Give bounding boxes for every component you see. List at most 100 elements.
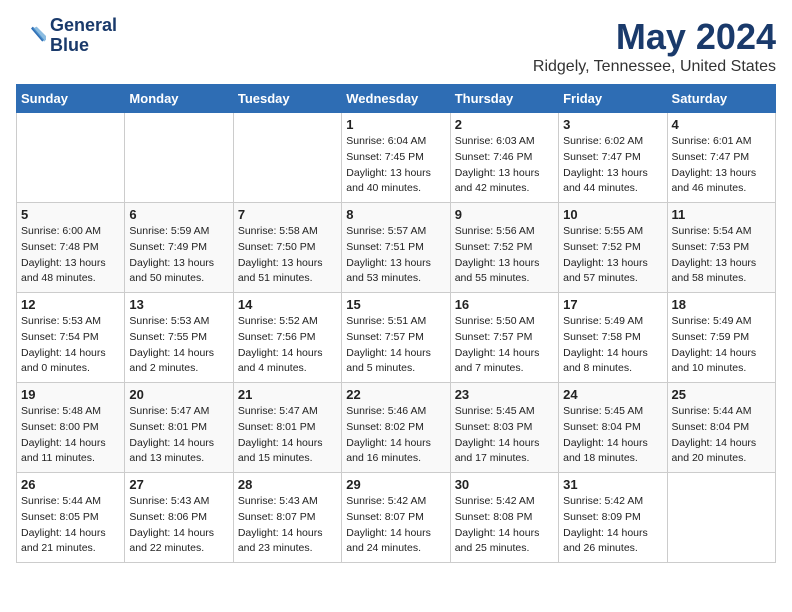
day-cell: 9 Sunrise: 5:56 AMSunset: 7:52 PMDaylight… [450,203,558,293]
day-cell: 19 Sunrise: 5:48 AMSunset: 8:00 PMDayligh… [17,383,125,473]
day-number: 3 [563,117,662,132]
day-cell: 20 Sunrise: 5:47 AMSunset: 8:01 PMDayligh… [125,383,233,473]
day-info: Sunrise: 5:50 AMSunset: 7:57 PMDaylight:… [455,314,554,377]
day-info: Sunrise: 5:55 AMSunset: 7:52 PMDaylight:… [563,224,662,287]
day-info: Sunrise: 5:42 AMSunset: 8:09 PMDaylight:… [563,494,662,557]
day-number: 2 [455,117,554,132]
day-number: 25 [672,387,771,402]
day-cell: 23 Sunrise: 5:45 AMSunset: 8:03 PMDayligh… [450,383,558,473]
day-number: 15 [346,297,445,312]
day-info: Sunrise: 5:44 AMSunset: 8:05 PMDaylight:… [21,494,120,557]
day-cell: 8Sunrise: 5:57 AMSunset: 7:51 PMDaylight… [342,203,450,293]
day-info: Sunrise: 5:43 AMSunset: 8:06 PMDaylight:… [129,494,228,557]
day-cell: 26 Sunrise: 5:44 AMSunset: 8:05 PMDayligh… [17,473,125,563]
day-number: 1 [346,117,445,132]
day-number: 20 [129,387,228,402]
day-number: 11 [672,207,771,222]
day-number: 28 [238,477,337,492]
day-header-wednesday: Wednesday [342,85,450,113]
calendar-title: May 2024 [533,16,776,58]
day-header-sunday: Sunday [17,85,125,113]
day-info: Sunrise: 6:00 AMSunset: 7:48 PMDaylight:… [21,224,120,287]
day-number: 16 [455,297,554,312]
day-info: Sunrise: 6:03 AMSunset: 7:46 PMDaylight:… [455,134,554,197]
day-cell [125,113,233,203]
day-info: Sunrise: 6:02 AMSunset: 7:47 PMDaylight:… [563,134,662,197]
day-info: Sunrise: 5:58 AMSunset: 7:50 PMDaylight:… [238,224,337,287]
title-area: May 2024 Ridgely, Tennessee, United Stat… [533,16,776,76]
day-cell: 22 Sunrise: 5:46 AMSunset: 8:02 PMDayligh… [342,383,450,473]
day-header-friday: Friday [559,85,667,113]
week-row-2: 5Sunrise: 6:00 AMSunset: 7:48 PMDaylight… [17,203,776,293]
day-info: Sunrise: 5:57 AMSunset: 7:51 PMDaylight:… [346,224,445,287]
week-row-5: 26 Sunrise: 5:44 AMSunset: 8:05 PMDayligh… [17,473,776,563]
day-cell: 5Sunrise: 6:00 AMSunset: 7:48 PMDaylight… [17,203,125,293]
day-info: Sunrise: 5:56 AMSunset: 7:52 PMDaylight:… [455,224,554,287]
day-number: 13 [129,297,228,312]
day-cell: 21 Sunrise: 5:47 AMSunset: 8:01 PMDayligh… [233,383,341,473]
day-info: Sunrise: 5:51 AMSunset: 7:57 PMDaylight:… [346,314,445,377]
day-number: 14 [238,297,337,312]
day-header-saturday: Saturday [667,85,775,113]
day-number: 26 [21,477,120,492]
day-info: Sunrise: 6:01 AMSunset: 7:47 PMDaylight:… [672,134,771,197]
day-info: Sunrise: 5:49 AMSunset: 7:58 PMDaylight:… [563,314,662,377]
logo-line1: General [50,16,117,36]
day-number: 22 [346,387,445,402]
logo-text: General Blue [50,16,117,56]
day-cell: 6 Sunrise: 5:59 AMSunset: 7:49 PMDaylight… [125,203,233,293]
day-cell: 1Sunrise: 6:04 AMSunset: 7:45 PMDaylight… [342,113,450,203]
day-cell: 17 Sunrise: 5:49 AMSunset: 7:58 PMDayligh… [559,293,667,383]
day-number: 9 [455,207,554,222]
day-info: Sunrise: 5:47 AMSunset: 8:01 PMDaylight:… [238,404,337,467]
day-cell [233,113,341,203]
day-info: Sunrise: 5:43 AMSunset: 8:07 PMDaylight:… [238,494,337,557]
day-cell: 12 Sunrise: 5:53 AMSunset: 7:54 PMDayligh… [17,293,125,383]
day-header-monday: Monday [125,85,233,113]
day-info: Sunrise: 5:59 AMSunset: 7:49 PMDaylight:… [129,224,228,287]
header: General Blue May 2024 Ridgely, Tennessee… [16,16,776,76]
day-number: 19 [21,387,120,402]
week-row-3: 12 Sunrise: 5:53 AMSunset: 7:54 PMDayligh… [17,293,776,383]
day-cell: 2 Sunrise: 6:03 AMSunset: 7:46 PMDaylight… [450,113,558,203]
week-row-4: 19 Sunrise: 5:48 AMSunset: 8:00 PMDayligh… [17,383,776,473]
day-cell: 16 Sunrise: 5:50 AMSunset: 7:57 PMDayligh… [450,293,558,383]
day-info: Sunrise: 5:53 AMSunset: 7:54 PMDaylight:… [21,314,120,377]
day-info: Sunrise: 5:46 AMSunset: 8:02 PMDaylight:… [346,404,445,467]
day-cell: 31 Sunrise: 5:42 AMSunset: 8:09 PMDayligh… [559,473,667,563]
logo-icon [16,21,46,51]
day-number: 23 [455,387,554,402]
day-cell: 7Sunrise: 5:58 AMSunset: 7:50 PMDaylight… [233,203,341,293]
day-number: 4 [672,117,771,132]
logo: General Blue [16,16,117,56]
day-info: Sunrise: 5:47 AMSunset: 8:01 PMDaylight:… [129,404,228,467]
day-info: Sunrise: 5:45 AMSunset: 8:04 PMDaylight:… [563,404,662,467]
day-number: 6 [129,207,228,222]
day-info: Sunrise: 5:48 AMSunset: 8:00 PMDaylight:… [21,404,120,467]
day-number: 12 [21,297,120,312]
day-number: 17 [563,297,662,312]
day-cell: 15 Sunrise: 5:51 AMSunset: 7:57 PMDayligh… [342,293,450,383]
day-cell: 27 Sunrise: 5:43 AMSunset: 8:06 PMDayligh… [125,473,233,563]
logo-line2: Blue [50,36,117,56]
day-info: Sunrise: 5:49 AMSunset: 7:59 PMDaylight:… [672,314,771,377]
day-info: Sunrise: 5:44 AMSunset: 8:04 PMDaylight:… [672,404,771,467]
day-cell: 10 Sunrise: 5:55 AMSunset: 7:52 PMDayligh… [559,203,667,293]
day-number: 24 [563,387,662,402]
day-cell: 13Sunrise: 5:53 AMSunset: 7:55 PMDayligh… [125,293,233,383]
day-number: 10 [563,207,662,222]
calendar-subtitle: Ridgely, Tennessee, United States [533,58,776,76]
day-number: 31 [563,477,662,492]
day-number: 18 [672,297,771,312]
day-info: Sunrise: 5:52 AMSunset: 7:56 PMDaylight:… [238,314,337,377]
day-info: Sunrise: 5:42 AMSunset: 8:08 PMDaylight:… [455,494,554,557]
day-cell: 30Sunrise: 5:42 AMSunset: 8:08 PMDayligh… [450,473,558,563]
day-info: Sunrise: 5:45 AMSunset: 8:03 PMDaylight:… [455,404,554,467]
day-cell [17,113,125,203]
day-header-tuesday: Tuesday [233,85,341,113]
day-number: 27 [129,477,228,492]
day-number: 21 [238,387,337,402]
day-cell: 14 Sunrise: 5:52 AMSunset: 7:56 PMDayligh… [233,293,341,383]
day-header-row: SundayMondayTuesdayWednesdayThursdayFrid… [17,85,776,113]
day-header-thursday: Thursday [450,85,558,113]
